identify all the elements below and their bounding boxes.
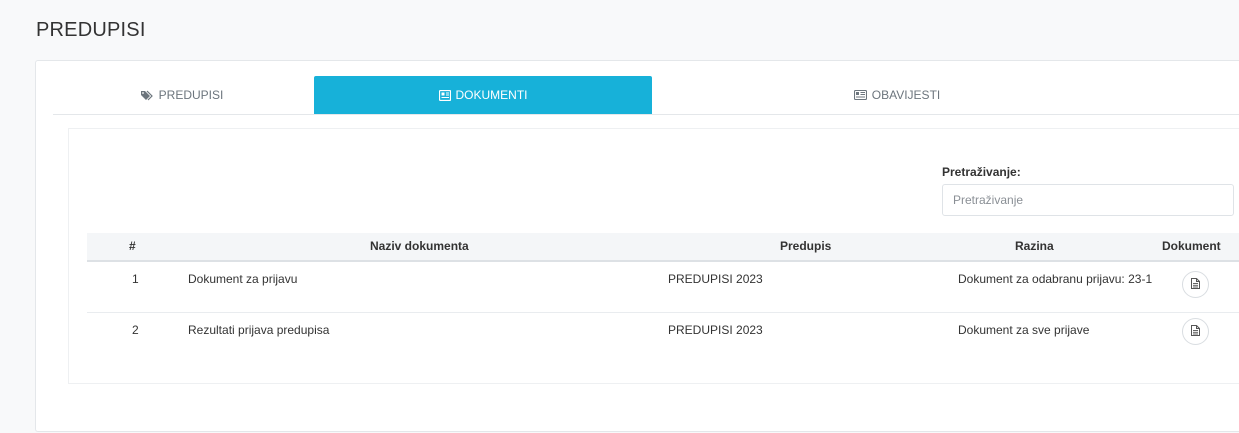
tab-predupisi[interactable]: PREDUPISI [53,76,311,114]
column-header-dokument[interactable]: Dokument [1162,233,1221,260]
tab-bar: PREDUPISI DOKUMENTI OBAVIJESTI [53,76,1239,115]
newspaper-icon [853,90,867,100]
cell-predupis: PREDUPISI 2023 [668,272,763,286]
search-label: Pretraživanje: [942,165,1021,179]
tab-label: PREDUPISI [158,88,224,102]
cell-predupis: PREDUPISI 2023 [668,323,763,337]
column-header-naziv[interactable]: Naziv dokumenta [370,233,469,260]
column-header-razina[interactable]: Razina [1015,233,1054,260]
file-icon [1191,323,1200,341]
tags-icon [140,90,154,101]
cell-number: 2 [132,323,139,337]
table-row: 2 Rezultati prijava predupisa PREDUPISI … [87,313,1239,353]
table-header: # Naziv dokumenta Predupis Razina Dokume… [87,233,1239,262]
tab-label: OBAVIJESTI [871,88,941,102]
cell-razina: Dokument za odabranu prijavu: 23-1 [958,272,1153,286]
search-input[interactable] [942,184,1234,216]
tab-obavijesti[interactable]: OBAVIJESTI [652,76,1142,114]
open-document-button[interactable] [1182,271,1209,298]
cell-naziv: Dokument za prijavu [188,272,298,286]
tab-dokumenti[interactable]: DOKUMENTI [314,76,652,114]
file-icon [1191,276,1200,294]
page-title: PREDUPISI [36,19,146,41]
table-row: 1 Dokument za prijavu PREDUPISI 2023 Dok… [87,262,1239,313]
cell-number: 1 [132,272,139,286]
open-document-button[interactable] [1182,318,1209,345]
tab-label: DOKUMENTI [455,88,528,102]
document-icon [438,89,451,101]
cell-razina: Dokument za sve prijave [958,323,1090,337]
column-header-predupis[interactable]: Predupis [780,233,831,260]
cell-naziv: Rezultati prijava predupisa [188,323,330,337]
column-header-number[interactable]: # [129,233,136,260]
